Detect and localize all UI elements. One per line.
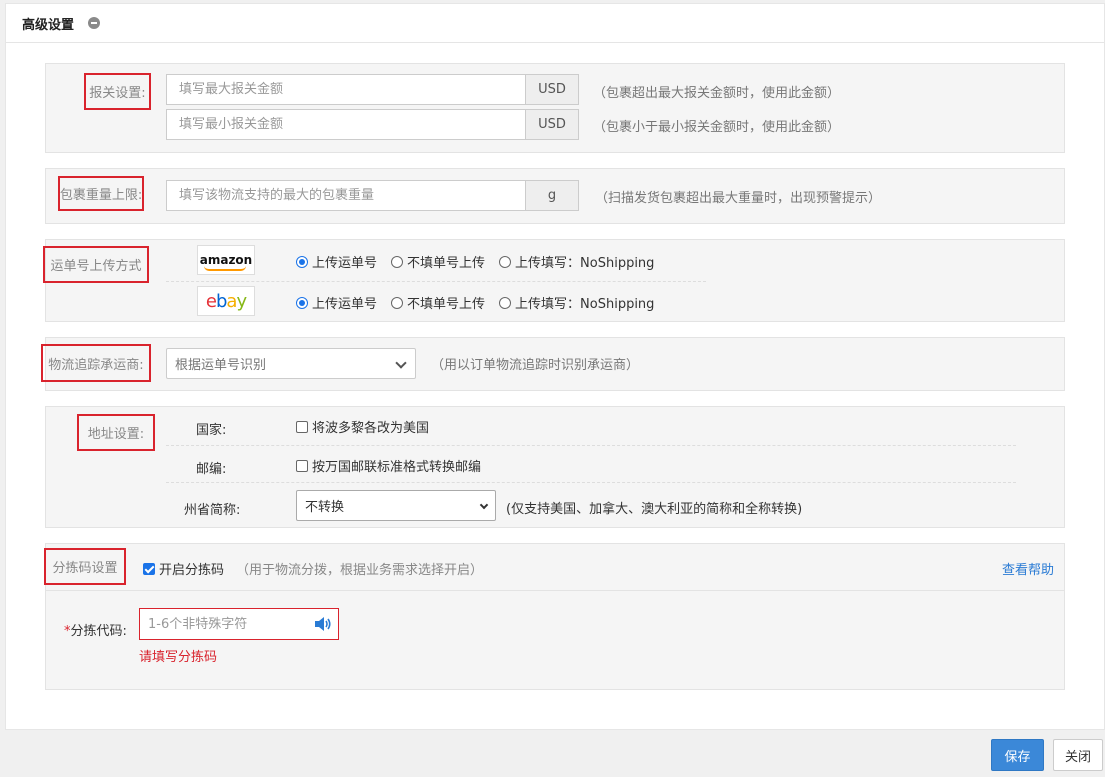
sort-code-section: 分拣码设置 开启分拣码 （用于物流分拨，根据业务需求选择开启） 查看帮助 *分拣… xyxy=(44,543,1065,690)
sort-code-field-label: *分拣代码: xyxy=(64,624,127,639)
min-customs-hint: （包裹小于最小报关金额时，使用此金额） xyxy=(593,120,841,135)
country-label: 国家: xyxy=(196,423,227,438)
zip-option[interactable]: 按万国邮联标准格式转换邮编 xyxy=(296,456,481,475)
ebay-option-no-number[interactable]: 不填单号上传 xyxy=(391,293,485,312)
carrier-hint: （用以订单物流追踪时识别承运商） xyxy=(431,358,640,373)
max-customs-unit: USD xyxy=(526,74,579,105)
amazon-option-noshipping[interactable]: 上传填写：NoShipping xyxy=(499,252,654,271)
max-customs-group: USD xyxy=(166,74,579,105)
min-customs-unit: USD xyxy=(526,109,579,140)
weight-label: 包裹重量上限: xyxy=(58,176,144,211)
checkbox-icon[interactable] xyxy=(143,562,155,575)
amazon-option-upload[interactable]: 上传运单号 xyxy=(296,252,377,271)
address-label: 地址设置: xyxy=(77,414,155,451)
radio-icon[interactable] xyxy=(296,255,308,268)
enable-sort-code[interactable]: 开启分拣码 xyxy=(143,559,224,578)
upload-method-label: 运单号上传方式 xyxy=(43,246,149,283)
sort-code-label: 分拣码设置 xyxy=(44,548,126,585)
help-link[interactable]: 查看帮助 xyxy=(1002,559,1054,578)
sort-code-hint: （用于物流分拨，根据业务需求选择开启） xyxy=(236,563,484,578)
divider xyxy=(166,445,1016,446)
amazon-option-no-number[interactable]: 不填单号上传 xyxy=(391,252,485,271)
state-hint: (仅支持美国、加拿大、澳大利亚的简称和全称转换) xyxy=(506,502,803,517)
weight-hint: （扫描发货包裹超出最大重量时，出现预警提示） xyxy=(595,191,882,206)
state-label: 州省简称: xyxy=(184,503,241,518)
divider xyxy=(166,482,1016,483)
amazon-logo: amazon xyxy=(197,245,255,275)
max-customs-input[interactable] xyxy=(166,74,526,105)
ebay-upload-options: 上传运单号 不填单号上传 上传填写：NoShipping xyxy=(296,293,668,312)
country-option[interactable]: 将波多黎各改为美国 xyxy=(296,417,429,436)
weight-group: g xyxy=(166,180,579,211)
customs-section: 报关设置: USD （包裹超出最大报关金额时，使用此金额） USD （包裹小于最… xyxy=(45,63,1065,153)
radio-icon[interactable] xyxy=(391,255,404,268)
carrier-select[interactable]: 根据运单号识别 xyxy=(166,348,416,379)
divider xyxy=(166,281,706,282)
min-customs-input[interactable] xyxy=(166,109,526,140)
close-button[interactable]: 关闭 xyxy=(1053,739,1103,771)
checkbox-icon[interactable] xyxy=(296,459,308,472)
radio-icon[interactable] xyxy=(499,255,512,268)
radio-icon[interactable] xyxy=(391,296,404,309)
panel-title: 高级设置 xyxy=(22,17,75,33)
chevron-down-icon xyxy=(395,357,407,369)
weight-unit: g xyxy=(526,180,579,211)
amazon-upload-options: 上传运单号 不填单号上传 上传填写：NoShipping xyxy=(296,252,668,271)
radio-icon[interactable] xyxy=(499,296,512,309)
checkbox-icon[interactable] xyxy=(296,420,308,433)
max-customs-hint: （包裹超出最大报关金额时，使用此金额） xyxy=(593,86,841,101)
min-customs-group: USD xyxy=(166,109,579,140)
chevron-down-icon xyxy=(479,500,489,510)
sort-code-header: 分拣码设置 开启分拣码 （用于物流分拨，根据业务需求选择开启） 查看帮助 xyxy=(44,544,1064,591)
save-button[interactable]: 保存 xyxy=(991,739,1044,771)
zip-label: 邮编: xyxy=(196,462,227,477)
ebay-option-upload[interactable]: 上传运单号 xyxy=(296,293,377,312)
speaker-icon[interactable] xyxy=(314,616,332,632)
sort-code-error: 请填写分拣码 xyxy=(139,650,218,665)
customs-label: 报关设置: xyxy=(84,73,151,110)
carrier-label: 物流追踪承运商: xyxy=(41,344,151,382)
panel-header: 高级设置 xyxy=(6,4,1104,43)
sort-code-input[interactable] xyxy=(140,610,300,638)
weight-input[interactable] xyxy=(166,180,526,211)
address-section: 地址设置: 国家: 将波多黎各改为美国 邮编: 按万国邮联标准格式转换邮编 州省… xyxy=(45,406,1065,528)
sort-code-body: *分拣代码: 请填写分拣码 xyxy=(46,591,1064,689)
weight-section: 包裹重量上限: g （扫描发货包裹超出最大重量时，出现预警提示） xyxy=(45,168,1065,224)
ebay-option-noshipping[interactable]: 上传填写：NoShipping xyxy=(499,293,654,312)
sort-code-input-box xyxy=(139,608,339,640)
state-select[interactable]: 不转换 xyxy=(296,490,496,521)
collapse-icon[interactable] xyxy=(88,17,101,29)
carrier-section: 物流追踪承运商: 根据运单号识别 （用以订单物流追踪时识别承运商） xyxy=(41,337,1065,391)
upload-method-section: 运单号上传方式 amazon 上传运单号 不填单号上传 上传填写：NoShipp… xyxy=(43,239,1065,322)
radio-icon[interactable] xyxy=(296,296,308,309)
ebay-logo: ebay xyxy=(197,286,255,316)
